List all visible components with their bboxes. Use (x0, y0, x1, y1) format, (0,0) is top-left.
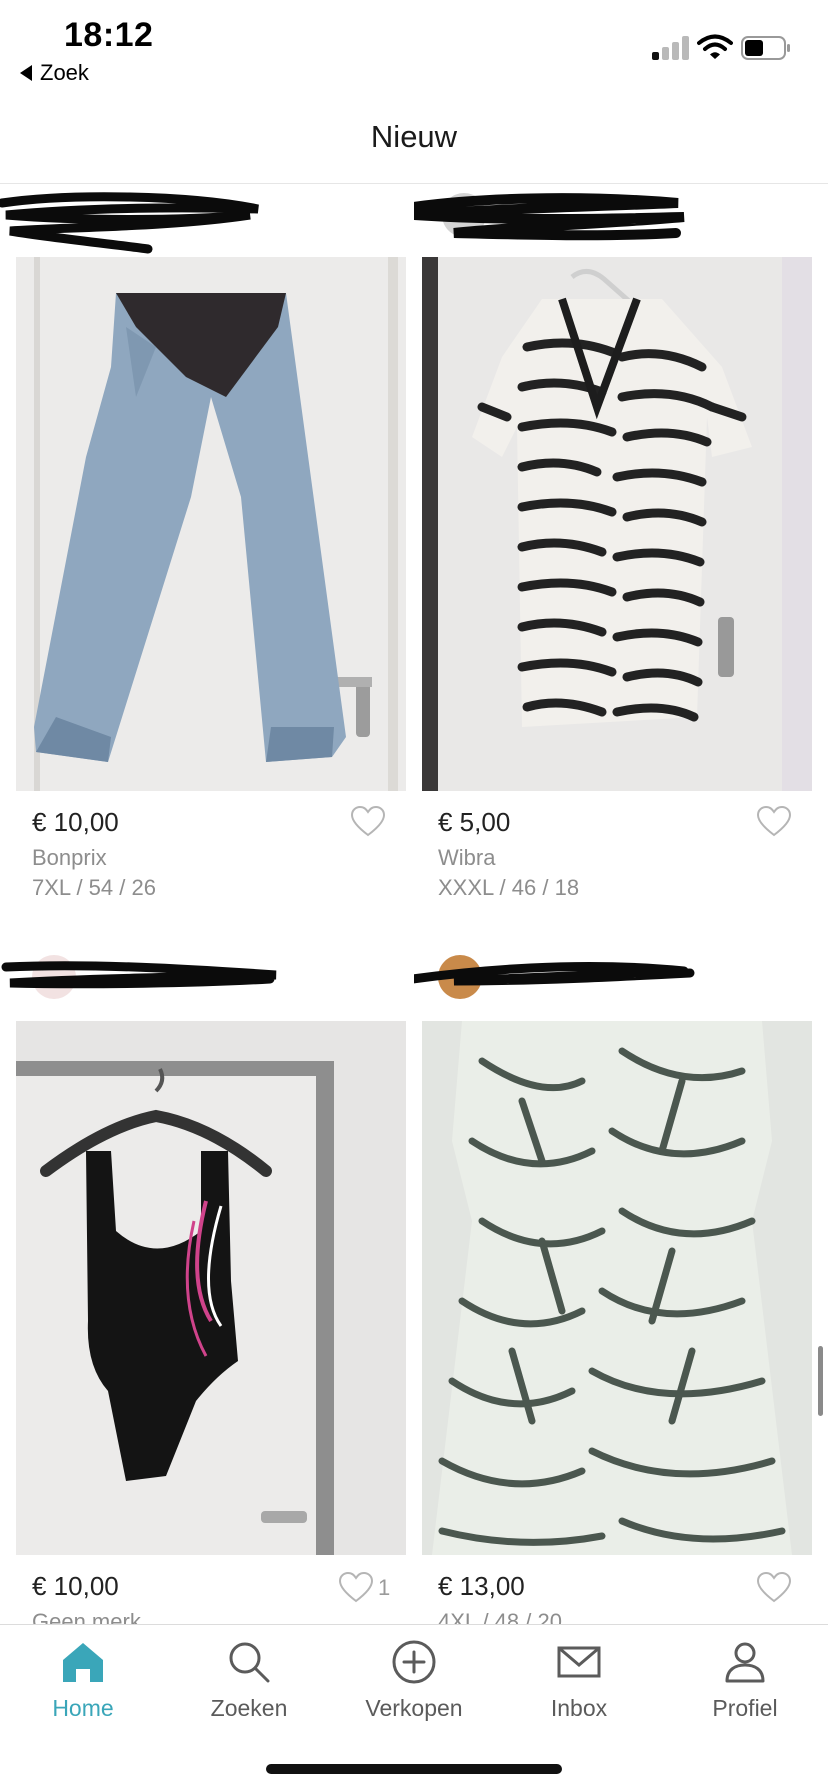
tab-label: Profiel (712, 1695, 778, 1721)
plus-circle-icon (392, 1640, 436, 1684)
tab-label: Verkopen (365, 1695, 463, 1721)
listing-photo-palm-dress[interactable] (422, 1021, 812, 1555)
seller-header[interactable] (0, 185, 414, 254)
back-to-search-link[interactable]: Zoek (20, 60, 89, 86)
zebra-dress-image (422, 257, 812, 791)
listing-brand: Geen merk (32, 1609, 141, 1625)
listing-photo-zebra-dress[interactable] (422, 257, 812, 791)
tab-search[interactable]: Zoeken (166, 1639, 332, 1739)
listing-size: 7XL / 54 / 26 (32, 875, 156, 900)
tab-label: Inbox (550, 1695, 608, 1721)
seller-header[interactable] (414, 947, 828, 1007)
battery-icon (741, 36, 790, 60)
home-icon (63, 1643, 103, 1682)
listing-photo-swimsuit[interactable] (16, 1021, 406, 1555)
profile-icon (725, 1642, 765, 1683)
palm-dress-image (422, 1021, 812, 1555)
listing-brand: Wibra (438, 845, 496, 870)
listing-price: € 5,00 (438, 807, 511, 837)
home-indicator[interactable] (266, 1764, 562, 1774)
tab-inbox[interactable]: Inbox (496, 1639, 662, 1739)
listing-price: € 10,00 (32, 807, 119, 837)
listing-feed[interactable]: € 10,00 Bonprix 7XL / 54 / 26 € 5,00 Wib… (0, 185, 828, 1625)
app-screen: 18:12 Zoek Nieuw € 10,00 Bonprix 7XL / 5… (0, 0, 828, 1792)
seller-header[interactable] (0, 947, 414, 1007)
listing-brand: Bonprix (32, 845, 107, 870)
listing-price: € 10,00 (32, 1571, 119, 1601)
favorite-heart-icon[interactable] (338, 1571, 374, 1603)
scrollbar[interactable] (818, 1346, 823, 1416)
favorite-heart-icon[interactable] (350, 805, 386, 837)
tab-label: Zoeken (210, 1695, 288, 1721)
redaction-scribble (0, 192, 259, 254)
status-bar: 18:12 Zoek (0, 0, 828, 90)
tab-home[interactable]: Home (0, 1639, 166, 1739)
seller-header[interactable] (414, 185, 828, 245)
page-title: Nieuw (370, 118, 458, 154)
mail-icon (557, 1646, 601, 1678)
redaction-scribble (414, 962, 695, 986)
like-count: 1 (378, 1575, 391, 1600)
listing-size: XXXL / 46 / 18 (438, 875, 580, 900)
listing-size: 4XL / 48 / 20 (438, 1609, 562, 1625)
status-time: 18:12 (64, 16, 154, 54)
favorite-heart-icon[interactable] (756, 805, 792, 837)
swimsuit-image (16, 1021, 406, 1555)
redaction-scribble (414, 193, 685, 241)
wifi-icon (697, 34, 733, 59)
listing-price: € 13,00 (438, 1571, 525, 1601)
back-arrow-icon (20, 65, 32, 81)
listing-photo-jeans[interactable] (16, 257, 406, 791)
nav-header: Nieuw (0, 90, 828, 184)
redaction-scribble (1, 961, 277, 989)
back-link-label: Zoek (40, 60, 89, 85)
favorite-heart-icon[interactable] (756, 1571, 792, 1603)
tab-sell[interactable]: Verkopen (331, 1639, 497, 1739)
tab-label: Home (52, 1695, 114, 1721)
cellular-signal-icon (652, 36, 690, 60)
jeans-image (16, 257, 406, 791)
tab-profile[interactable]: Profiel (662, 1639, 828, 1739)
search-icon (229, 1642, 270, 1683)
